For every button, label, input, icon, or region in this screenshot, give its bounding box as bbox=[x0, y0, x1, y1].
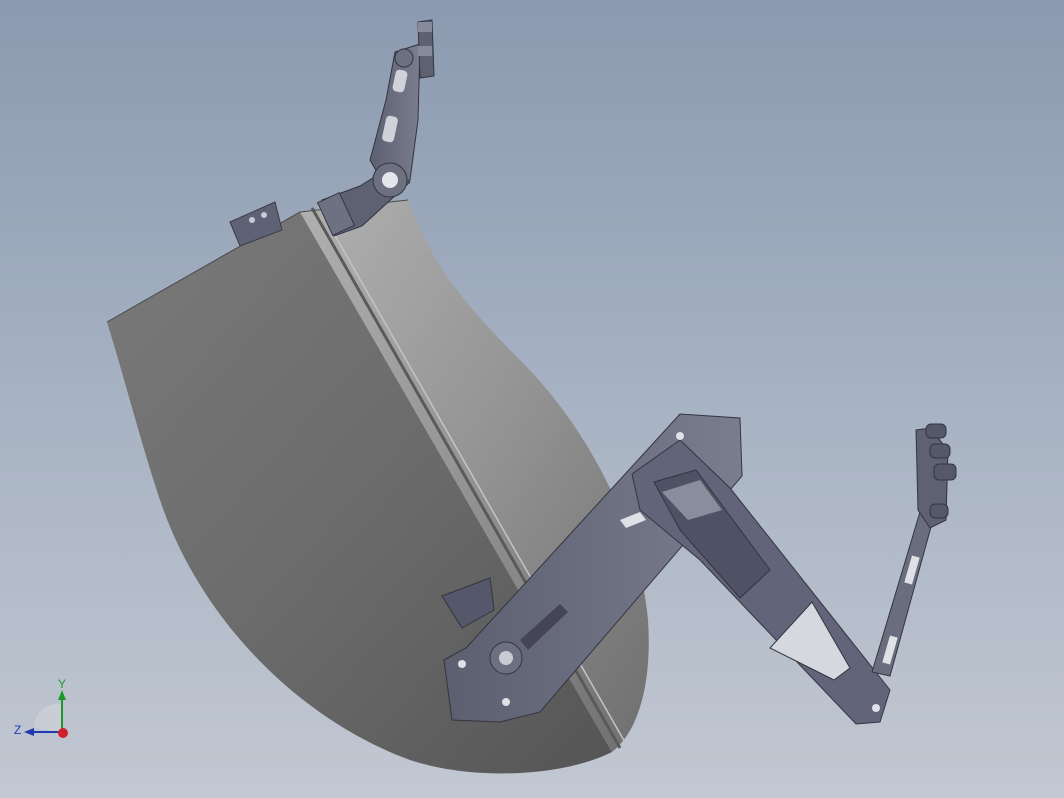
y-axis-label: Y bbox=[58, 677, 66, 691]
triad-arc bbox=[33, 703, 62, 732]
x-axis-dot-icon bbox=[58, 728, 68, 738]
y-axis-arrow-icon bbox=[58, 690, 66, 700]
bucket-shell[interactable] bbox=[106, 199, 649, 774]
z-axis-label: Z bbox=[14, 723, 21, 737]
z-axis-arrow-icon bbox=[24, 728, 34, 736]
right-link-arm[interactable] bbox=[871, 423, 957, 677]
3d-model-view[interactable] bbox=[0, 0, 1064, 798]
upper-link-arm[interactable] bbox=[316, 19, 435, 237]
view-orientation-triad: Y Z bbox=[14, 677, 68, 738]
graphics-viewport[interactable]: Y Z bbox=[0, 0, 1064, 798]
